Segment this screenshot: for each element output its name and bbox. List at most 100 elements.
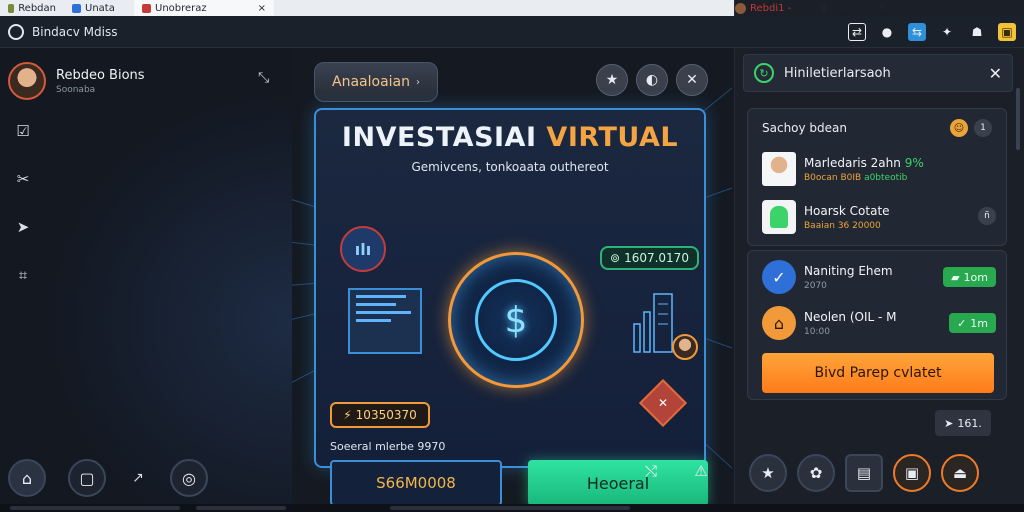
fraud-warning-icon: ✕ (638, 378, 688, 428)
star-button[interactable]: ★ (596, 64, 628, 96)
translate-icon[interactable]: ⇆ (908, 23, 926, 41)
screen-share-icon[interactable]: ⇄ (848, 23, 866, 41)
center-bottom-icons: ⤭ ⚠ (640, 460, 712, 482)
list-item[interactable]: ✓ Naniting Ehem 2070 ▰ 1om (762, 259, 996, 295)
investor-avatar (672, 334, 698, 360)
settings-gear-icon[interactable] (8, 23, 24, 40)
document-button[interactable]: ▢ (68, 459, 106, 497)
info-icon[interactable]: ñ (978, 207, 996, 225)
taskbar-item[interactable] (10, 506, 180, 510)
list-item[interactable]: Hoarsk Cotate Baaian 36 20000 ñ (762, 199, 996, 235)
location-icon[interactable]: ● (878, 23, 896, 41)
list-item[interactable]: ⌂ Neolen (OIL - M 10:00 ✓ 1m (762, 305, 996, 341)
primary-action-button[interactable]: Bivd Parep cvlatet (762, 353, 994, 393)
status-badge: ✓ 1m (949, 313, 996, 333)
card-headline: INVESTASIAI VIRTUAL (316, 122, 704, 153)
list-item[interactable]: Marledaris 2ahn 9% B0ocan B0IB a0bteotib (762, 151, 996, 187)
record-icon[interactable]: ◉ (820, 3, 829, 14)
star-button[interactable]: ★ (749, 454, 787, 492)
user-status: Soonaba (56, 84, 96, 95)
sidebar-item-send-icon[interactable]: ➤ (12, 216, 34, 238)
sidebar-item-tasks-icon[interactable]: ☑ (12, 120, 34, 142)
category-dropdown[interactable]: Anaaloaian › (314, 62, 438, 102)
analytics-badge-icon: ılı (340, 226, 386, 272)
wand-icon[interactable]: ✦ (938, 23, 956, 41)
alert-icon[interactable]: ⚠ (690, 460, 712, 482)
profile-button[interactable]: Rebdi1 - (735, 2, 791, 14)
activity-box: ✓ Naniting Ehem 2070 ▰ 1om ⌂ Neolen (OIL … (747, 250, 1007, 400)
item-name: Naniting Ehem (804, 263, 893, 278)
sidebar-bottom-nav: ⌂ ▢ ↗ ◎ (0, 454, 292, 502)
dropdown-label: Anaaloaian (332, 74, 410, 90)
contact-sub: Baaian (804, 220, 835, 231)
expand-icon[interactable]: ⤡ (258, 70, 269, 86)
home-badge-icon: ⌂ (762, 306, 796, 340)
tab-label: Unata (85, 2, 115, 14)
item-name: Neolen (OIL - M (804, 309, 897, 324)
tab-3-active[interactable]: Unobreraz × (134, 0, 274, 16)
user-profile[interactable]: Rebdeo Bions Soonaba (8, 62, 145, 100)
tab-1[interactable]: Rebdan (0, 0, 64, 16)
swap-icon[interactable]: ⤭ (640, 460, 662, 482)
pin-icon[interactable]: ✎ (801, 3, 809, 14)
dashboard-button[interactable]: ◎ (170, 459, 208, 497)
app-title: Bindacv Mdiss (32, 24, 118, 39)
sidebar-item-tools-icon[interactable]: ✂ (12, 168, 34, 190)
avatar (8, 62, 46, 100)
sidebar-item-network-icon[interactable]: ⌗ (12, 264, 34, 286)
status-badge: ▰ 1om (943, 267, 996, 287)
close-window-button[interactable]: ✕ (877, 3, 885, 14)
contact-name: Marledaris 2ahn (804, 155, 901, 170)
item-sub: 2070 (804, 280, 827, 291)
contact-sub: a0bteotib (864, 172, 908, 183)
minimum-note: Soeeral mlerbe 9970 (330, 440, 446, 453)
contact-sub: 36 20000 (837, 220, 881, 231)
app-icon (142, 3, 151, 13)
balance-tag: ⚡ 10350370 (330, 402, 430, 428)
small-action-button[interactable]: ➤ 161. (935, 410, 991, 436)
profile-avatar-icon (735, 2, 746, 14)
check-badge-icon: ✓ (762, 260, 796, 294)
contact-pct: 9% (904, 155, 924, 170)
emoji-badge-icon[interactable]: ☺ (950, 119, 968, 137)
toolbar-tools: ⇄ ● ⇆ ✦ ☗ ▣ (848, 16, 1016, 48)
settings-button[interactable]: ✿ (797, 454, 835, 492)
refresh-icon: ↻ (754, 63, 774, 83)
tab-close-icon[interactable]: × (258, 3, 266, 14)
left-sidebar: Rebdeo Bions Soonaba ⤡ ☑ ✂ ➤ ⌗ ⌂ ▢ ↗ ◎ (0, 48, 292, 504)
scrollbar[interactable] (1015, 88, 1021, 408)
investment-card: INVESTASIAI VIRTUAL Gemivcens, tonkoaata… (314, 108, 708, 506)
forward-arrow-icon[interactable]: ↗ (128, 470, 148, 486)
home-button[interactable]: ⌂ (8, 459, 46, 497)
contact-avatar (762, 152, 796, 186)
info-badge[interactable]: 1 (974, 119, 992, 137)
taskbar-item[interactable] (196, 506, 286, 510)
amount-button[interactable]: S66M0008 (330, 460, 502, 506)
document-illustration-icon (348, 288, 422, 354)
chevron-down-icon: › (415, 76, 420, 88)
close-panel-button[interactable]: ✕ (676, 64, 708, 96)
bag-icon[interactable]: ☗ (968, 23, 986, 41)
panel-header: ↻ Hiniletierlarsaoh ✕ (743, 54, 1013, 92)
app-icon (8, 3, 15, 13)
tab-2[interactable]: Unata (64, 0, 134, 16)
right-bottom-nav: ★ ✿ ▤ ▣ ⏏ (749, 454, 979, 492)
minimize-button[interactable]: — (838, 3, 848, 14)
view-toggle-button[interactable]: ◐ (636, 64, 668, 96)
contacts-box: Sachoy bdean ☺ 1 Marledaris 2ahn 9% B0oc… (747, 108, 1007, 246)
card-subtitle: Gemivcens, tonkoaata outhereot (411, 160, 609, 174)
app-toolbar: Bindacv Mdiss ⇄ ● ⇆ ✦ ☗ ▣ (0, 16, 1024, 48)
value-tag-text: 1607.0170 (624, 251, 689, 265)
bar-chart-icon (633, 293, 673, 353)
send-icon: ➤ (944, 416, 954, 430)
clipboard-button[interactable]: ▤ (845, 454, 883, 492)
upload-button[interactable]: ⏏ (941, 454, 979, 492)
balance-value: 10350370 (355, 408, 417, 422)
panel-header-title: Hiniletierlarsaoh (784, 65, 891, 81)
controller-icon[interactable]: ▣ (998, 23, 1016, 41)
maximize-button[interactable]: ☐ (858, 3, 867, 14)
taskbar-item[interactable] (390, 506, 630, 510)
close-panel-icon[interactable]: ✕ (989, 64, 1002, 83)
small-action-label: 161. (957, 416, 982, 430)
save-button[interactable]: ▣ (893, 454, 931, 492)
